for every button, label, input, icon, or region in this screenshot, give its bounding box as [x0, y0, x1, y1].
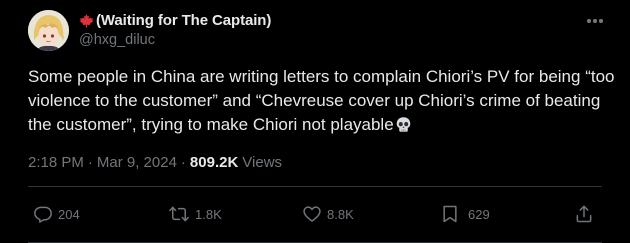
like-button[interactable]: 8.8K [302, 199, 354, 229]
divider [28, 186, 602, 187]
reply-button[interactable]: 204 [33, 199, 80, 229]
tweet-meta: 2:18 PM · Mar 9, 2024 · 809.2K Views [28, 151, 282, 173]
maple-leaf-icon [79, 13, 94, 28]
tweet-body: Some people in China are writing letters… [28, 67, 615, 134]
share-button[interactable] [574, 199, 594, 229]
more-dot [593, 19, 597, 23]
heart-icon [302, 204, 322, 224]
share-icon [574, 204, 594, 224]
more-dot [587, 19, 591, 23]
meta-separator: · [180, 153, 186, 171]
more-dot [599, 19, 603, 23]
author-handle[interactable]: @hxg_diluc [79, 32, 155, 48]
tweet-date[interactable]: Mar 9, 2024 [97, 154, 177, 171]
author-display-name[interactable]: (Waiting for The Captain) [96, 12, 271, 29]
tweet-text: Some people in China are writing letters… [28, 65, 618, 137]
more-options-button[interactable] [583, 9, 607, 33]
retweet-button[interactable]: 1.8K [168, 199, 222, 229]
skull-icon [395, 116, 412, 133]
tweet-card: (Waiting for The Captain) @hxg_diluc Som… [0, 0, 630, 243]
reply-count: 204 [58, 206, 80, 222]
meta-separator: · [87, 153, 93, 171]
like-count: 8.8K [327, 206, 354, 222]
tweet-time[interactable]: 2:18 PM [28, 154, 84, 171]
bookmark-button[interactable]: 629 [440, 199, 490, 229]
views-label: Views [242, 153, 283, 171]
avatar-illustration [28, 10, 69, 51]
action-bar: 204 1.8K 8.8K 629 [0, 199, 630, 229]
views-count: 809.2K [189, 153, 239, 171]
retweet-count: 1.8K [195, 206, 222, 222]
bookmark-count: 629 [468, 206, 490, 222]
author-name-row[interactable]: (Waiting for The Captain) [79, 10, 271, 30]
retweet-icon [168, 204, 190, 224]
bookmark-icon [440, 204, 460, 224]
reply-icon [33, 204, 53, 224]
avatar[interactable] [28, 10, 69, 51]
